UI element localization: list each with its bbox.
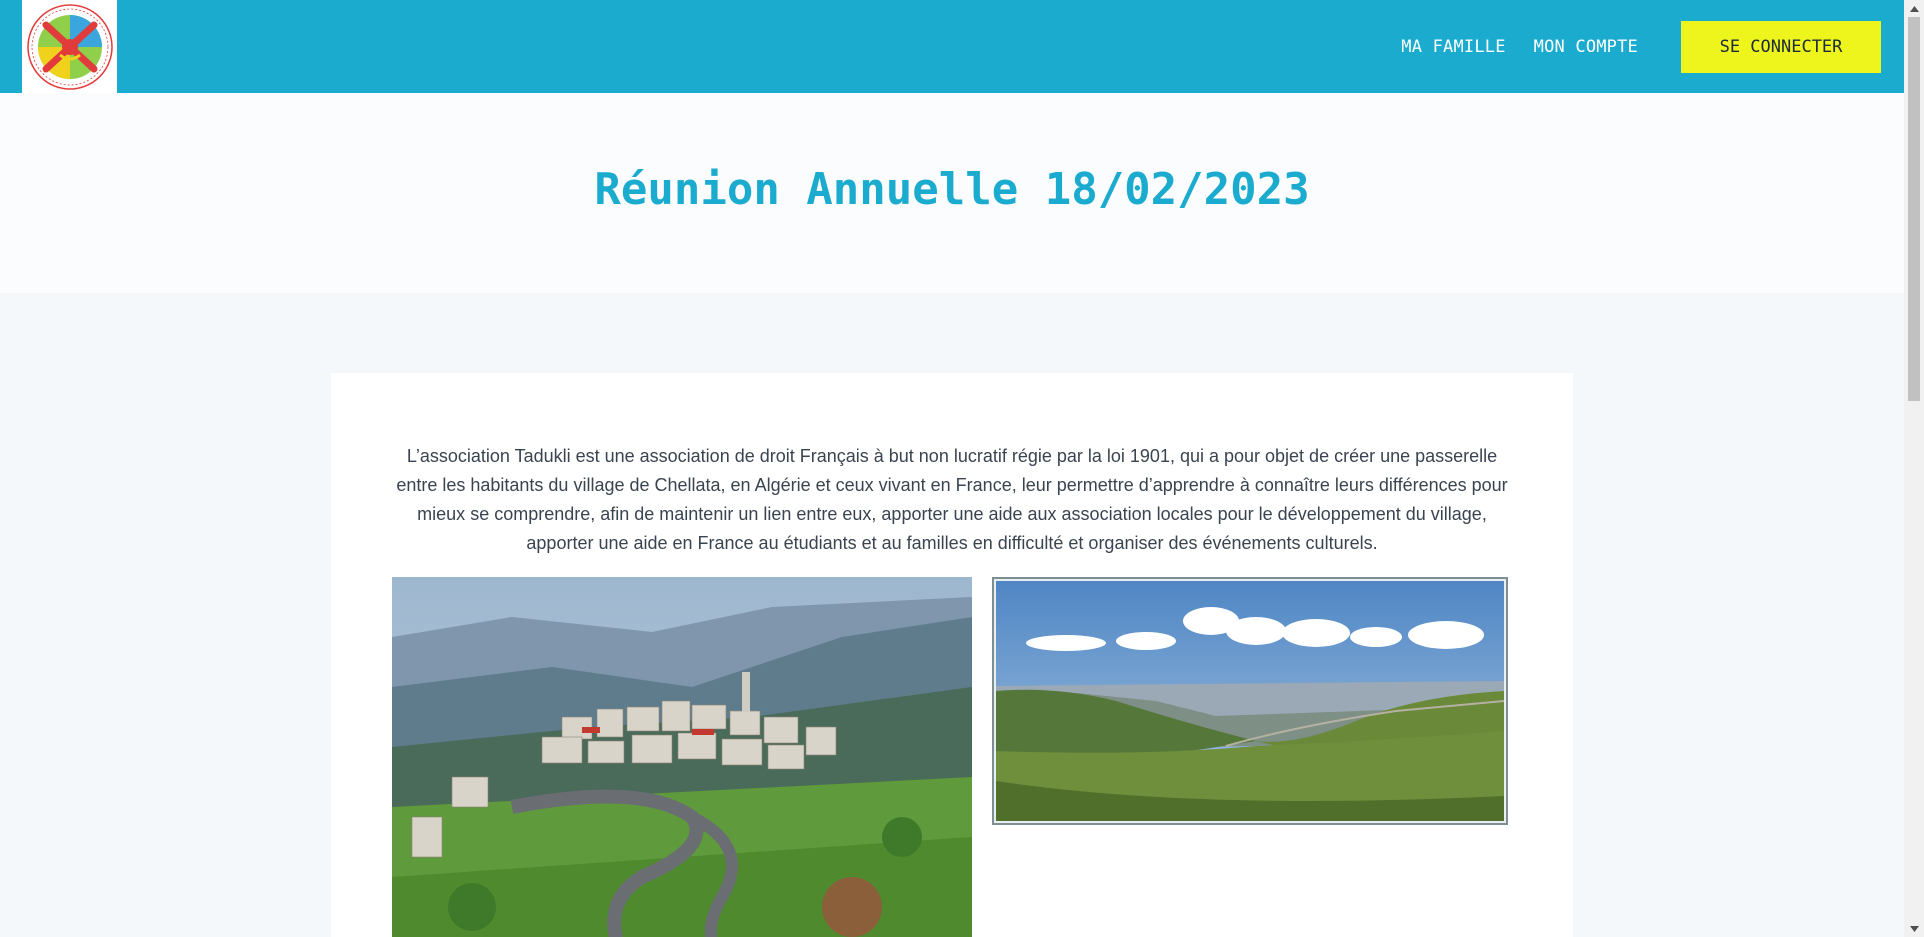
site-logo[interactable]	[22, 0, 117, 93]
scroll-thumb[interactable]	[1908, 17, 1920, 401]
valley-image-icon	[996, 581, 1504, 821]
content-card: L’association Tadukli est une associatio…	[331, 373, 1573, 937]
scroll-up-icon[interactable]	[1904, 0, 1924, 17]
page: MA FAMILLE MON COMPTE SE CONNECTER Réuni…	[0, 0, 1904, 937]
page-hero: Réunion Annuelle 18/02/2023	[0, 93, 1904, 293]
nav-my-family[interactable]: MA FAMILLE	[1401, 37, 1505, 57]
nav-my-account[interactable]: MON COMPTE	[1534, 37, 1638, 57]
logo-emblem-icon	[26, 3, 113, 90]
vertical-scrollbar[interactable]	[1904, 0, 1924, 937]
valley-panorama-photo	[992, 577, 1508, 825]
village-photo	[392, 577, 972, 937]
site-header: MA FAMILLE MON COMPTE SE CONNECTER	[0, 0, 1904, 93]
login-button[interactable]: SE CONNECTER	[1681, 20, 1881, 73]
scroll-down-icon[interactable]	[1904, 920, 1924, 937]
intro-paragraph: L’association Tadukli est une associatio…	[396, 446, 1508, 553]
page-title: Réunion Annuelle 18/02/2023	[594, 163, 1310, 215]
village-image-icon	[392, 577, 972, 937]
main-nav: MA FAMILLE MON COMPTE SE CONNECTER	[1401, 0, 1904, 93]
